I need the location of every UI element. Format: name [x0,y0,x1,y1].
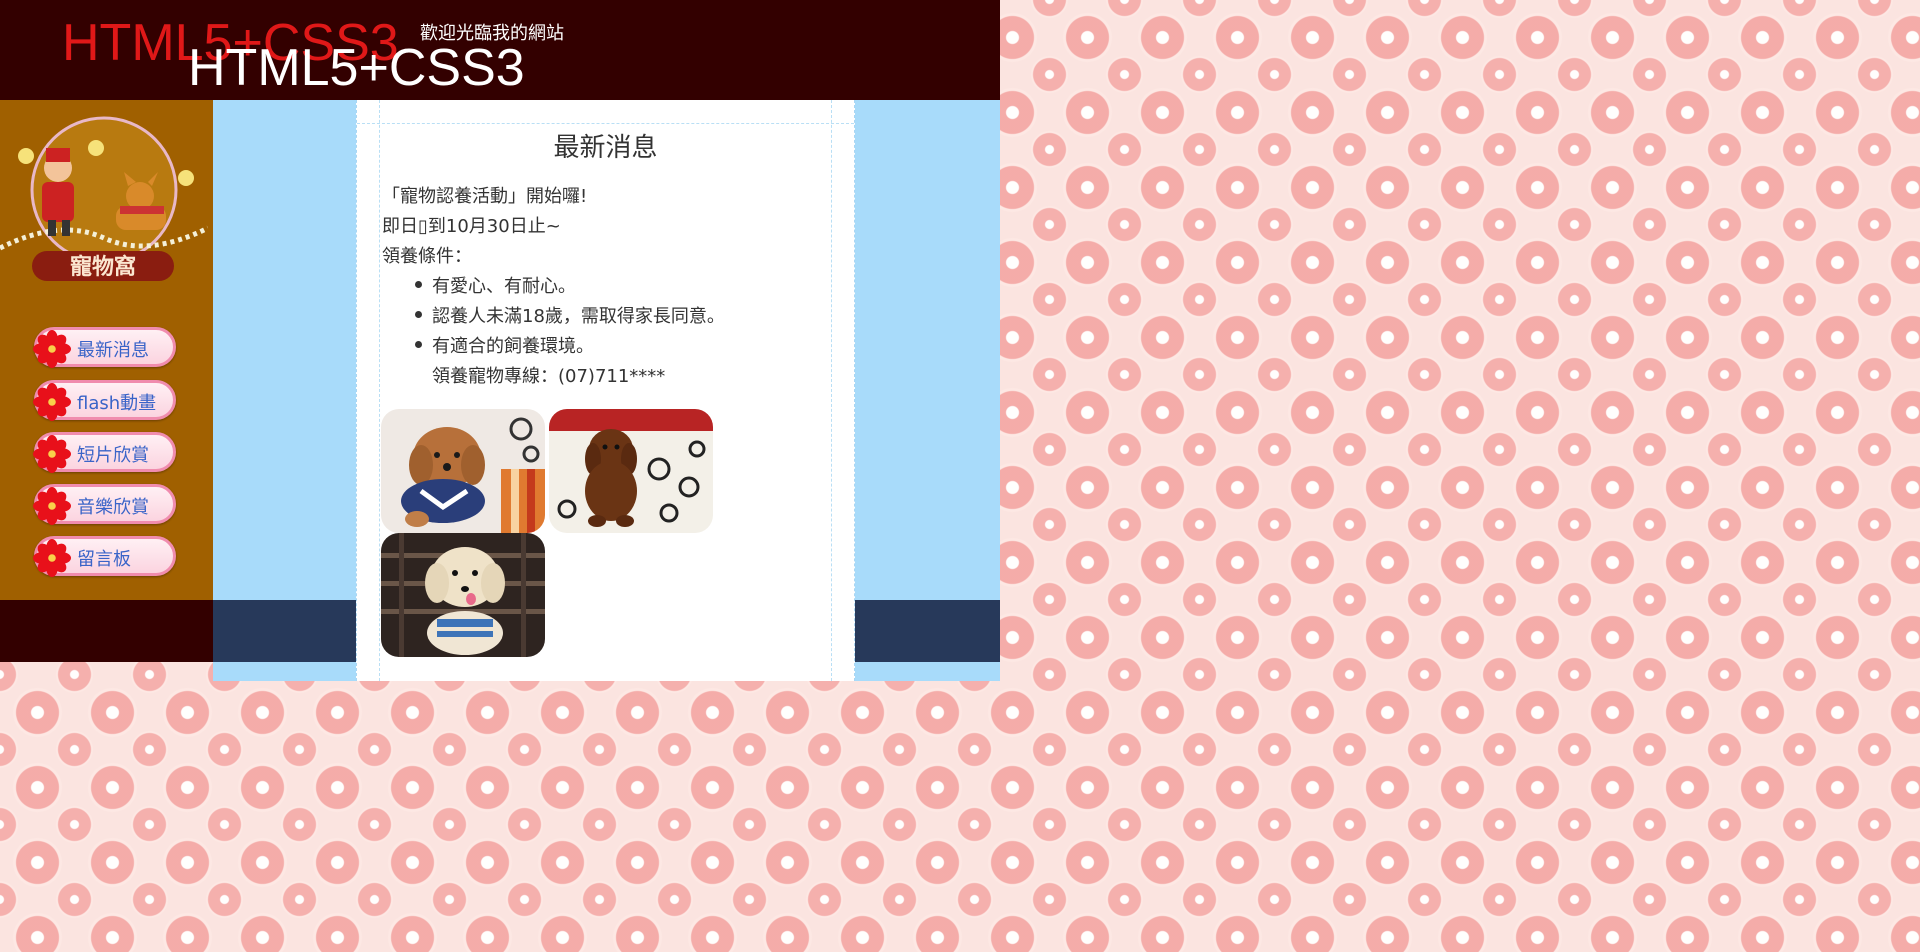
bullet-icon [415,281,422,288]
flower-icon [33,383,71,421]
layout-guide [357,123,854,124]
main-content: 最新消息 「寵物認養活動」開始囉! 即日▯到10月30日止~ 領養條件： 有愛心… [356,100,855,681]
nav-item-news[interactable]: 最新消息 [33,327,176,368]
layout-guide [379,100,380,681]
flower-icon [33,435,71,473]
nav-item-music[interactable]: 音樂欣賞 [33,484,176,525]
condition-item: 有適合的飼養環境。 [432,336,594,357]
condition-item: 認養人未滿18歲，需取得家長同意。 [432,306,725,327]
footer-blue-band-left [213,600,356,662]
nav-label: flash動畫 [77,393,157,414]
news-line: 領養條件： [382,246,472,267]
condition-item: 有愛心、有耐心。 [432,276,576,297]
news-line: 「寵物認養活動」開始囉! [382,186,588,207]
bullet-icon [415,311,422,318]
flower-icon [33,330,71,368]
pet-logo-image: 寵物窩 [0,116,208,281]
bullet-icon [415,341,422,348]
dog-photo-2 [549,409,713,533]
page-header: HTML5+CSS3 HTML5+CSS3 [0,0,1000,100]
dog-photo-1 [381,409,545,533]
nav-item-guestbook[interactable]: 留言板 [33,536,176,577]
nav-item-flash[interactable]: flash動畫 [33,380,176,421]
logo-text: 寵物窩 [70,254,136,280]
footer-welcome-text: 歡迎光臨我的網站 [420,23,564,44]
header-title: HTML5+CSS3 [188,39,525,97]
layout-guide [831,100,832,681]
page-title: 最新消息 [553,133,658,163]
nav-label: 音樂欣賞 [77,497,149,518]
nav-item-videos[interactable]: 短片欣賞 [33,432,176,473]
nav-label: 最新消息 [77,340,149,361]
hotline-text: 領養寵物專線：(07)711**** [432,366,666,387]
flower-icon [33,539,71,577]
nav-label: 留言板 [77,549,131,570]
dog-photo-3 [381,533,545,657]
flower-icon [33,487,71,525]
nav-label: 短片欣賞 [77,445,149,466]
news-line: 即日▯到10月30日止~ [382,216,561,237]
footer-blue-band-right [855,600,1000,662]
sidebar: 寵物窩 最新消息 flash動畫 短片欣賞 音樂欣賞 留言板 [0,100,213,600]
